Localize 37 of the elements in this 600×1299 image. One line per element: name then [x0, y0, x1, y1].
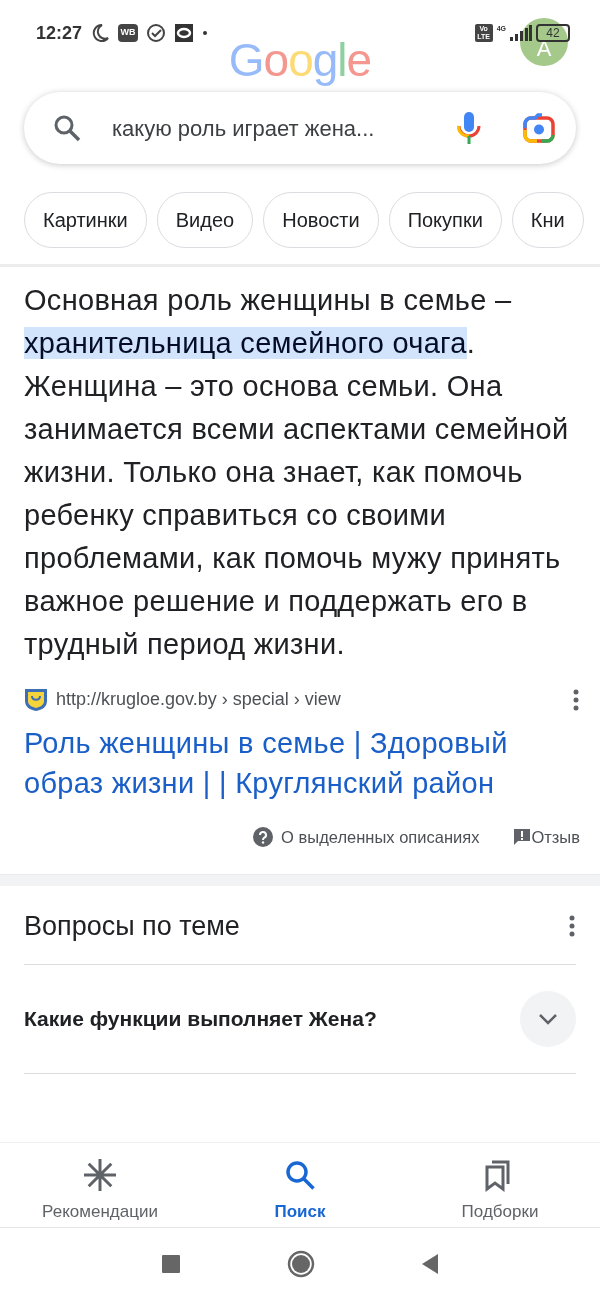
filter-chip[interactable]: Картинки [24, 192, 147, 248]
filter-chip[interactable]: Покупки [388, 192, 502, 248]
camera-icon[interactable] [522, 112, 556, 144]
more-icon[interactable] [568, 914, 576, 937]
home-icon[interactable] [287, 1250, 315, 1278]
more-icon[interactable] [572, 688, 580, 711]
back-icon[interactable] [421, 1253, 439, 1275]
search-icon [52, 113, 82, 143]
help-icon [253, 827, 274, 848]
result-link[interactable]: Роль женщины в семье | Здоровый образ жизни | | Круглянский район [24, 723, 580, 803]
signal-icon [510, 25, 532, 41]
nav-tab[interactable]: Рекомендации [0, 1143, 200, 1227]
shield-icon [24, 687, 48, 712]
microphone-icon[interactable] [456, 110, 482, 146]
question-text[interactable]: Какие функции выполняет Жена? [24, 1003, 377, 1035]
section-heading: Вопросы по теме [24, 909, 240, 943]
app-icon: WB [118, 24, 139, 42]
filter-chip[interactable]: Видео [156, 192, 254, 248]
check-circle-icon [146, 23, 167, 43]
nav-tab[interactable]: Поиск [200, 1143, 400, 1227]
search-field[interactable]: какую роль играет жена... [24, 92, 576, 164]
asterisk-icon [82, 1157, 118, 1193]
nav-tab[interactable]: Подборки [400, 1143, 600, 1227]
ring-icon [174, 23, 195, 43]
filter-chip[interactable]: Новости [263, 192, 379, 248]
feedback-icon[interactable] [513, 828, 532, 847]
chevron-icon [538, 1013, 558, 1026]
status-time: 12:27 [36, 21, 83, 45]
recents-icon[interactable] [161, 1254, 181, 1274]
filter-chip[interactable]: Кни [511, 192, 584, 248]
answer-paragraph: Основная роль женщины в семье – хранительница семейного очага. Женщина – это основа семьи. Она занимается всеми аспектами семейной жизни. Только она знает, как помочь ребенку справиться со своими проблемами, как помочь мужу принять важное решение и поддержать его в трудный период жизни. [24, 283, 570, 662]
moon-icon [90, 23, 111, 43]
source-url[interactable]: http://krugloe.gov.by › special › view [56, 686, 572, 713]
feedback-link[interactable]: Отзыв [531, 825, 580, 850]
about-link[interactable]: О выделенных описаниях [281, 825, 480, 850]
google-logo: Google [228, 33, 372, 88]
dot-icon [202, 30, 209, 36]
